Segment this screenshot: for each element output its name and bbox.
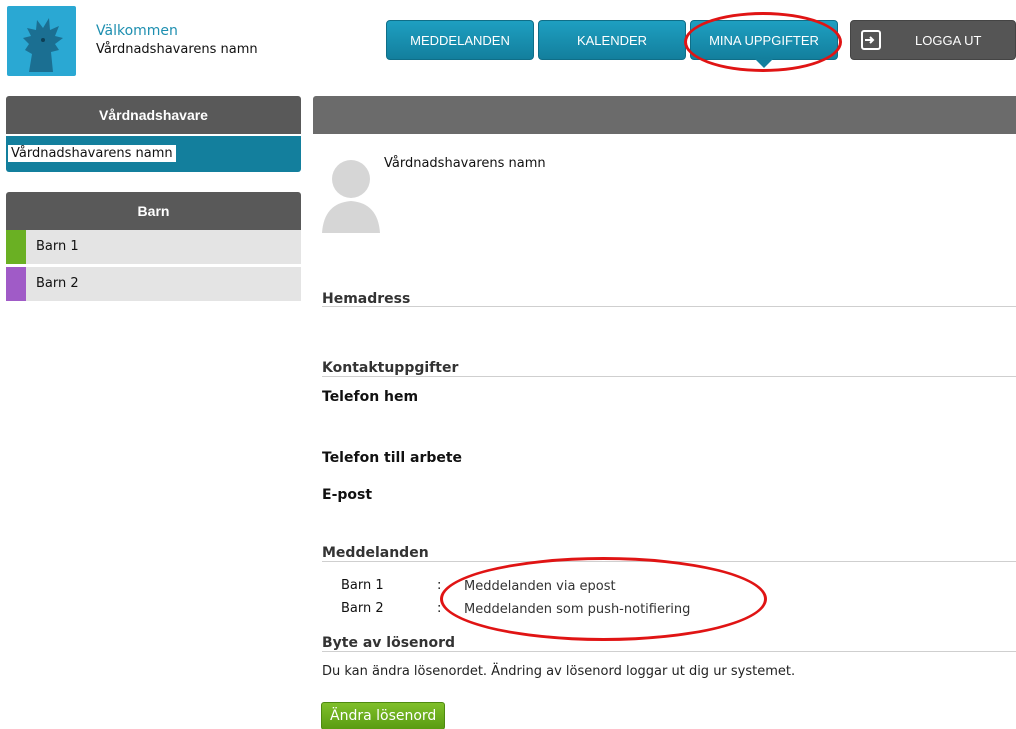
change-password-button[interactable]: Ändra lösenord	[321, 702, 446, 729]
divider	[322, 376, 1016, 377]
app-logo	[7, 6, 76, 76]
nav-calendar-label: KALENDER	[576, 32, 648, 48]
children-panel-title: Barn	[137, 203, 170, 219]
mascot-icon	[23, 18, 63, 72]
logout-label: LOGGA UT	[915, 32, 982, 48]
guardian-name[interactable]: Vårdnadshavarens namn	[8, 145, 176, 162]
message-child-1: Barn 1	[341, 578, 384, 593]
annotation-ellipse-messages	[440, 557, 767, 641]
nav-messages-button[interactable]: MEDDELANDEN	[386, 20, 534, 60]
child-2-color-marker	[6, 267, 26, 301]
divider	[322, 306, 1016, 307]
message-child-2: Barn 2	[341, 601, 384, 616]
phone-work-label: Telefon till arbete	[322, 450, 463, 466]
child-1-color-marker	[6, 230, 26, 264]
guardian-panel-header: Vårdnadshavare	[6, 96, 301, 134]
home-address-heading: Hemadress	[322, 291, 411, 307]
password-description: Du kan ändra lösenordet. Ändring av löse…	[322, 664, 796, 679]
phone-home-label: Telefon hem	[322, 389, 419, 405]
change-password-label: Ändra lösenord	[330, 708, 437, 724]
sidebar-child-2-label: Barn 2	[36, 276, 79, 291]
header-user-name: Vårdnadshavarens namn	[96, 42, 258, 57]
sidebar-child-1-label: Barn 1	[36, 239, 79, 254]
guardian-panel-title: Vårdnadshavare	[99, 107, 208, 123]
email-label: E-post	[322, 487, 373, 503]
sidebar-child-2[interactable]: Barn 2	[6, 267, 301, 301]
logout-button[interactable]: LOGGA UT	[850, 20, 1016, 60]
divider	[322, 651, 1016, 652]
logout-icon	[861, 30, 881, 50]
messages-heading: Meddelanden	[322, 545, 429, 561]
nav-messages-label: MEDDELANDEN	[410, 32, 510, 48]
annotation-ellipse-nav	[684, 12, 842, 72]
message-colon-1: :	[437, 578, 442, 593]
avatar-placeholder-icon	[322, 160, 380, 233]
contact-heading: Kontaktuppgifter	[322, 360, 459, 376]
welcome-text: Välkommen	[96, 23, 178, 39]
main-panel-header	[313, 96, 1016, 134]
profile-name: Vårdnadshavarens namn	[384, 156, 546, 171]
nav-calendar-button[interactable]: KALENDER	[538, 20, 686, 60]
password-heading: Byte av lösenord	[322, 635, 456, 651]
sidebar-child-1[interactable]: Barn 1	[6, 230, 301, 264]
children-panel-header: Barn	[6, 192, 301, 230]
